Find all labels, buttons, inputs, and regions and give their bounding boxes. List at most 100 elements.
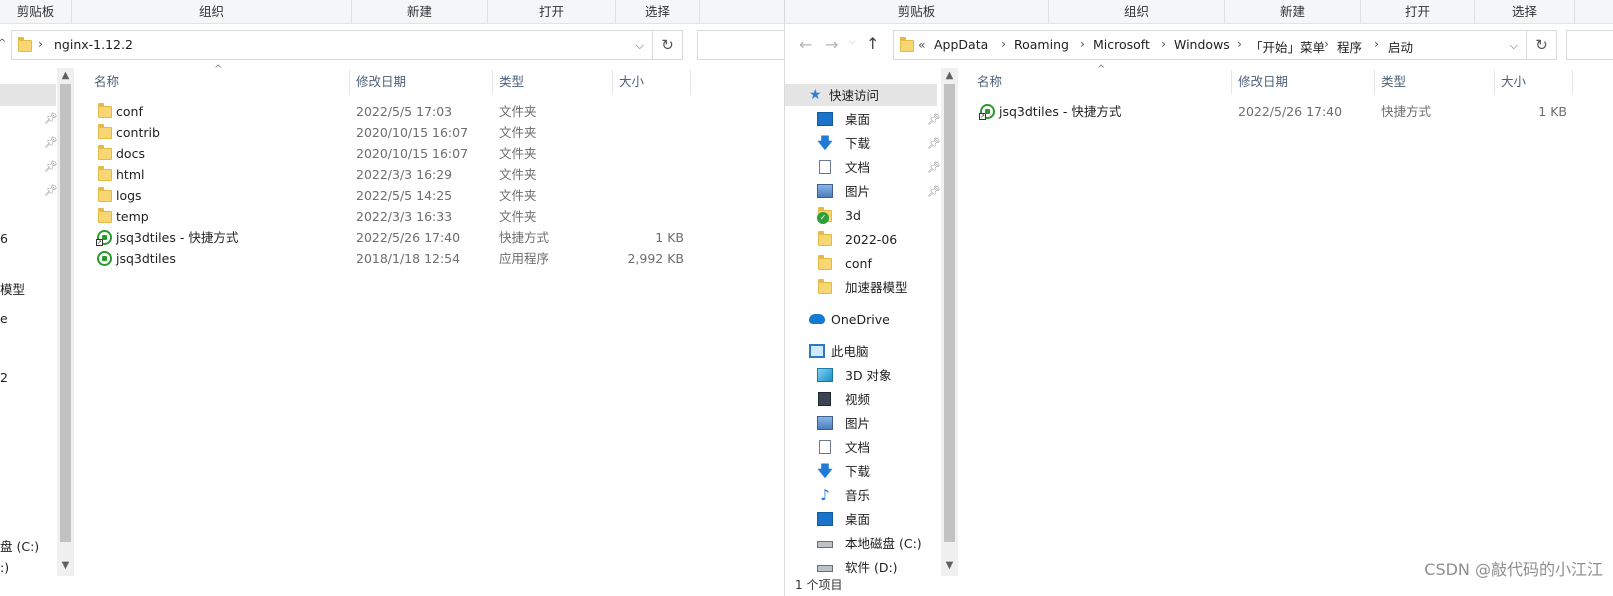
address-bar[interactable]: « AppData › Roaming › Microsoft › Window… — [893, 30, 1527, 60]
nav-item-downloads[interactable]: 🡇 下载 — [817, 132, 937, 155]
nav-this-pc[interactable]: 此电脑 — [809, 340, 937, 363]
nav-quick-access[interactable]: ★ 快速访问 — [809, 84, 937, 107]
search-input[interactable] — [1566, 30, 1613, 60]
up-arrow-icon[interactable]: ↑ — [866, 34, 879, 53]
nav-label: 加速器模型 — [845, 280, 908, 295]
nav-item-2022-06[interactable]: 2022-06 — [817, 228, 937, 251]
ribbon-select[interactable]: 选择 — [616, 0, 700, 24]
nav-item-documents-pc[interactable]: 文档 — [817, 436, 937, 459]
column-date[interactable]: 修改日期 — [356, 70, 406, 94]
file-row-docs[interactable]: docs 2020/10/15 16:07 文件夹 — [94, 143, 694, 164]
search-input[interactable] — [697, 30, 784, 60]
nav-item-music[interactable]: ♪ 音乐 — [817, 484, 937, 507]
column-size[interactable]: 大小 — [1501, 70, 1526, 94]
ribbon-organize[interactable]: 组织 — [1049, 0, 1225, 24]
file-row-contrib[interactable]: contrib 2020/10/15 16:07 文件夹 — [94, 122, 694, 143]
ribbon-select[interactable]: 选择 — [1475, 0, 1575, 24]
nav-scrollbar[interactable]: ▲ ▼ — [941, 68, 958, 576]
column-name[interactable]: 名称 — [94, 70, 119, 94]
ribbon-clipboard[interactable]: 剪贴板 — [785, 0, 1049, 24]
breadcrumb-overflow[interactable]: « — [918, 37, 926, 52]
scroll-thumb[interactable] — [60, 84, 71, 542]
ribbon-open[interactable]: 打开 — [488, 0, 616, 24]
column-date[interactable]: 修改日期 — [1238, 70, 1288, 94]
nav-item-downloads-pc[interactable]: 🡇 下载 — [817, 460, 937, 483]
nav-item-pictures[interactable]: 图片 — [817, 180, 937, 203]
nav-item-3d[interactable]: ✓ 3d — [817, 204, 937, 227]
nav-item-desktop[interactable]: 桌面 — [817, 108, 937, 131]
nav-onedrive[interactable]: OneDrive — [809, 308, 937, 331]
folder-icon — [98, 103, 112, 118]
refresh-icon[interactable]: ↻ — [1527, 30, 1557, 60]
file-row-logs[interactable]: logs 2022/5/5 14:25 文件夹 — [94, 185, 694, 206]
nav-label: 下载 — [845, 464, 871, 479]
file-date: 2018/1/18 12:54 — [356, 251, 461, 266]
nav-item-pictures-pc[interactable]: 图片 — [817, 412, 937, 435]
file-size: 1 KB — [655, 230, 684, 245]
ribbon-clipboard[interactable]: 剪贴板 — [0, 0, 72, 24]
file-date: 2020/10/15 16:07 — [356, 125, 469, 140]
column-divider[interactable] — [612, 70, 613, 94]
file-row-temp[interactable]: temp 2022/3/3 16:33 文件夹 — [94, 206, 694, 227]
column-divider[interactable] — [1231, 70, 1232, 94]
ribbon-open[interactable]: 打开 — [1361, 0, 1475, 24]
address-dropdown-icon[interactable]: ⌵ — [1510, 39, 1518, 53]
nav-selected-item[interactable] — [0, 84, 56, 106]
file-row-conf[interactable]: conf 2022/5/5 17:03 文件夹 — [94, 101, 694, 122]
address-bar[interactable]: › nginx-1.12.2 ⌵ — [11, 30, 653, 60]
column-divider[interactable] — [492, 70, 493, 94]
nav-item-videos[interactable]: 视频 — [817, 388, 937, 411]
column-size[interactable]: 大小 — [619, 70, 644, 94]
file-row-app[interactable]: jsq3dtiles 2018/1/18 12:54 应用程序 2,992 KB — [94, 248, 694, 269]
nav-fragment[interactable]: 盘 (C:) — [0, 536, 39, 555]
scroll-down-icon[interactable]: ▼ — [57, 560, 74, 571]
breadcrumb-item-current[interactable]: 启动 — [1388, 37, 1413, 56]
column-divider[interactable] — [349, 70, 350, 94]
nav-fragment[interactable]: 2 — [0, 370, 8, 385]
nav-fragment[interactable]: 模型 — [0, 279, 25, 298]
nav-item-drive-c[interactable]: 本地磁盘 (C:) — [817, 532, 937, 555]
breadcrumb-item[interactable]: 「开始」菜单 — [1250, 37, 1325, 56]
nav-fragment[interactable]: :) — [0, 560, 9, 575]
scroll-up-icon[interactable]: ▲ — [57, 70, 74, 81]
breadcrumb-item[interactable]: AppData — [934, 37, 988, 52]
nav-fragment[interactable]: e — [0, 311, 8, 326]
nav-up-caret-icon[interactable]: ^ — [0, 38, 6, 49]
nav-label: 图片 — [845, 184, 871, 199]
breadcrumb-item[interactable]: Windows — [1174, 37, 1230, 52]
file-row-html[interactable]: html 2022/3/3 16:29 文件夹 — [94, 164, 694, 185]
scroll-thumb[interactable] — [944, 84, 955, 542]
forward-arrow-icon[interactable]: → — [825, 35, 838, 54]
ribbon-new[interactable]: 新建 — [1225, 0, 1361, 24]
column-name[interactable]: 名称 — [977, 70, 1002, 94]
file-name: jsq3dtiles - 快捷方式 — [999, 104, 1122, 119]
recent-dropdown-icon[interactable]: ⌵ — [849, 37, 856, 47]
ribbon-new[interactable]: 新建 — [352, 0, 488, 24]
nav-item-desktop-pc[interactable]: 桌面 — [817, 508, 937, 531]
breadcrumb-item[interactable]: 程序 — [1337, 37, 1362, 56]
nav-label: 文档 — [845, 440, 871, 455]
scroll-up-icon[interactable]: ▲ — [941, 70, 958, 81]
address-dropdown-icon[interactable]: ⌵ — [636, 39, 644, 53]
nav-fragment[interactable]: 6 — [0, 231, 8, 246]
refresh-icon[interactable]: ↻ — [653, 30, 683, 60]
ribbon-organize[interactable]: 组织 — [72, 0, 352, 24]
nav-item-3d-objects[interactable]: 3D 对象 — [817, 364, 937, 387]
nav-item-accelerator-model[interactable]: 加速器模型 — [817, 276, 937, 299]
file-row-shortcut[interactable]: ↗ jsq3dtiles - 快捷方式 2022/5/26 17:40 快捷方式… — [94, 227, 694, 248]
nav-item-documents[interactable]: 文档 — [817, 156, 937, 179]
back-arrow-icon[interactable]: ← — [799, 35, 812, 54]
scroll-down-icon[interactable]: ▼ — [941, 560, 958, 571]
nav-scrollbar[interactable]: ▲ ▼ — [57, 68, 74, 576]
nav-item-conf[interactable]: conf — [817, 252, 937, 275]
column-type[interactable]: 类型 — [1381, 70, 1406, 94]
pin-icon: 📌︎ — [44, 160, 58, 173]
column-type[interactable]: 类型 — [499, 70, 524, 94]
breadcrumb-item[interactable]: Microsoft — [1093, 37, 1150, 52]
column-divider[interactable] — [690, 70, 691, 94]
file-row-shortcut[interactable]: ↗ jsq3dtiles - 快捷方式 2022/5/26 17:40 快捷方式… — [977, 101, 1577, 122]
column-divider[interactable] — [1572, 70, 1573, 94]
column-divider[interactable] — [1374, 70, 1375, 94]
breadcrumb-item[interactable]: Roaming — [1014, 37, 1069, 52]
column-divider[interactable] — [1494, 70, 1495, 94]
